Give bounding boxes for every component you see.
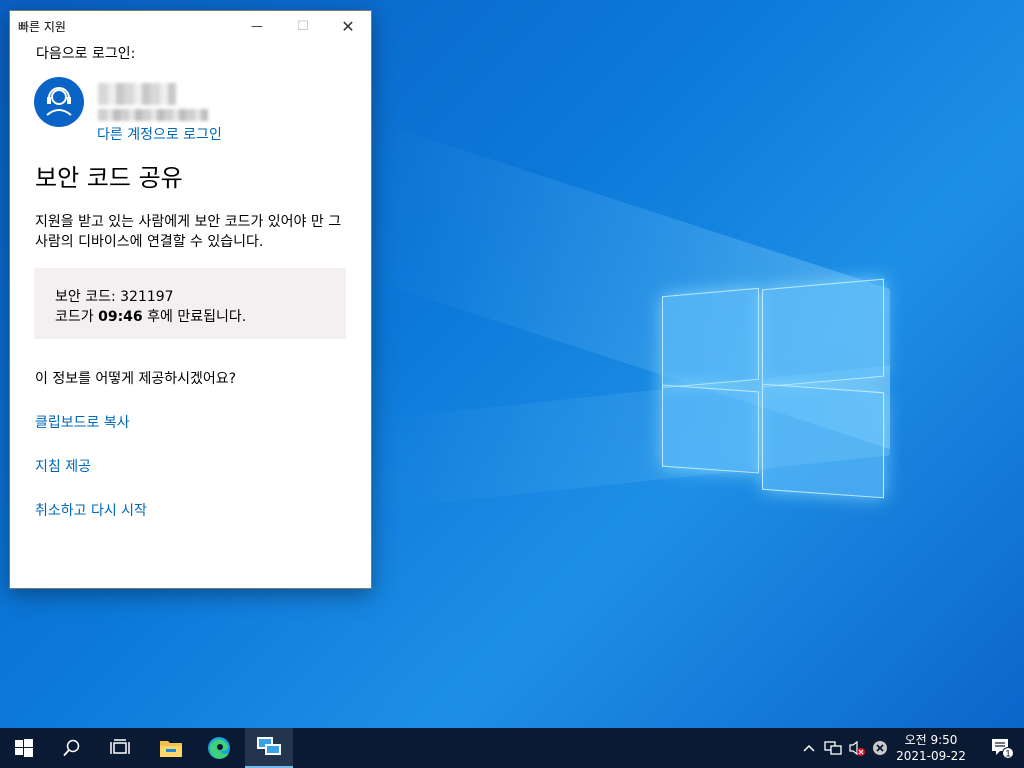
volume-muted-icon [849,740,865,756]
maximize-icon: ☐ [297,18,309,34]
expiry-time: 09:46 [98,309,143,325]
start-button[interactable] [0,728,48,768]
action-center-button[interactable]: 1 [979,728,1024,768]
error-status-button[interactable] [870,728,890,768]
expiry-suffix: 후에 만료됩니다. [142,309,247,325]
security-code: 보안 코드: 321197 [55,289,174,305]
provide-instructions-link[interactable]: 지침 제공 [35,456,91,476]
avatar [34,77,84,127]
security-code-box: 보안 코드: 321197 코드가 09:46 후에 만료됩니다. [34,268,346,339]
title-bar[interactable]: 빠른 지원 — ☐ ✕ [10,11,371,41]
quick-assist-taskbar-button[interactable] [245,728,293,768]
copy-to-clipboard-link[interactable]: 클립보드로 복사 [35,412,130,432]
task-view-button[interactable] [96,728,144,768]
clock-date: 2021-09-22 [896,749,966,763]
clock[interactable]: 오전 9:50 2021-09-22 [893,732,969,764]
clock-time: 오전 9:50 [904,733,958,747]
notification-count: 1 [1005,749,1010,759]
search-icon [63,739,80,757]
taskbar: 오전 9:50 2021-09-22 1 [0,728,1024,768]
task-view-icon [110,739,130,754]
close-icon: ✕ [341,16,355,36]
quick-assist-icon [257,737,281,755]
network-icon [824,741,842,755]
search-button[interactable] [48,728,96,768]
account-name-redacted [98,83,176,105]
account-email-redacted [98,109,208,121]
file-explorer-button[interactable] [147,728,195,768]
windows-start-icon [15,739,33,757]
edge-button[interactable] [195,728,243,768]
file-explorer-icon [160,741,182,757]
volume-button[interactable] [846,728,868,768]
close-button[interactable]: ✕ [325,11,371,41]
quick-assist-window: 빠른 지원 — ☐ ✕ 다음으로 로그인: 다른 계정으로 로그인 보안 코드 … [9,10,372,589]
show-hidden-icons-button[interactable] [800,728,818,768]
notification-icon: 1 [991,739,1014,759]
edge-icon [208,737,230,759]
page-title: 보안 코드 공유 [35,164,183,192]
minimize-button[interactable]: — [234,11,280,41]
desktop-windows-logo [660,270,886,499]
switch-account-link[interactable]: 다른 계정으로 로그인 [97,124,222,144]
maximize-button: ☐ [280,11,326,41]
login-label: 다음으로 로그인: [36,46,136,62]
window-title: 빠른 지원 [18,20,66,34]
code-expiry: 코드가 09:46 후에 만료됩니다. [55,306,246,326]
error-icon [873,741,887,755]
chevron-up-icon [803,744,815,752]
description-text: 지원을 받고 있는 사람에게 보안 코드가 있어야 만 그 사람의 디바이스에 … [35,214,342,250]
provide-question: 이 정보를 어떻게 제공하시겠어요? [35,371,237,387]
minimize-icon: — [251,19,263,33]
network-button[interactable] [822,728,844,768]
support-agent-icon [46,87,72,116]
expiry-prefix: 코드가 [55,309,99,325]
cancel-and-restart-link[interactable]: 취소하고 다시 시작 [35,500,147,520]
